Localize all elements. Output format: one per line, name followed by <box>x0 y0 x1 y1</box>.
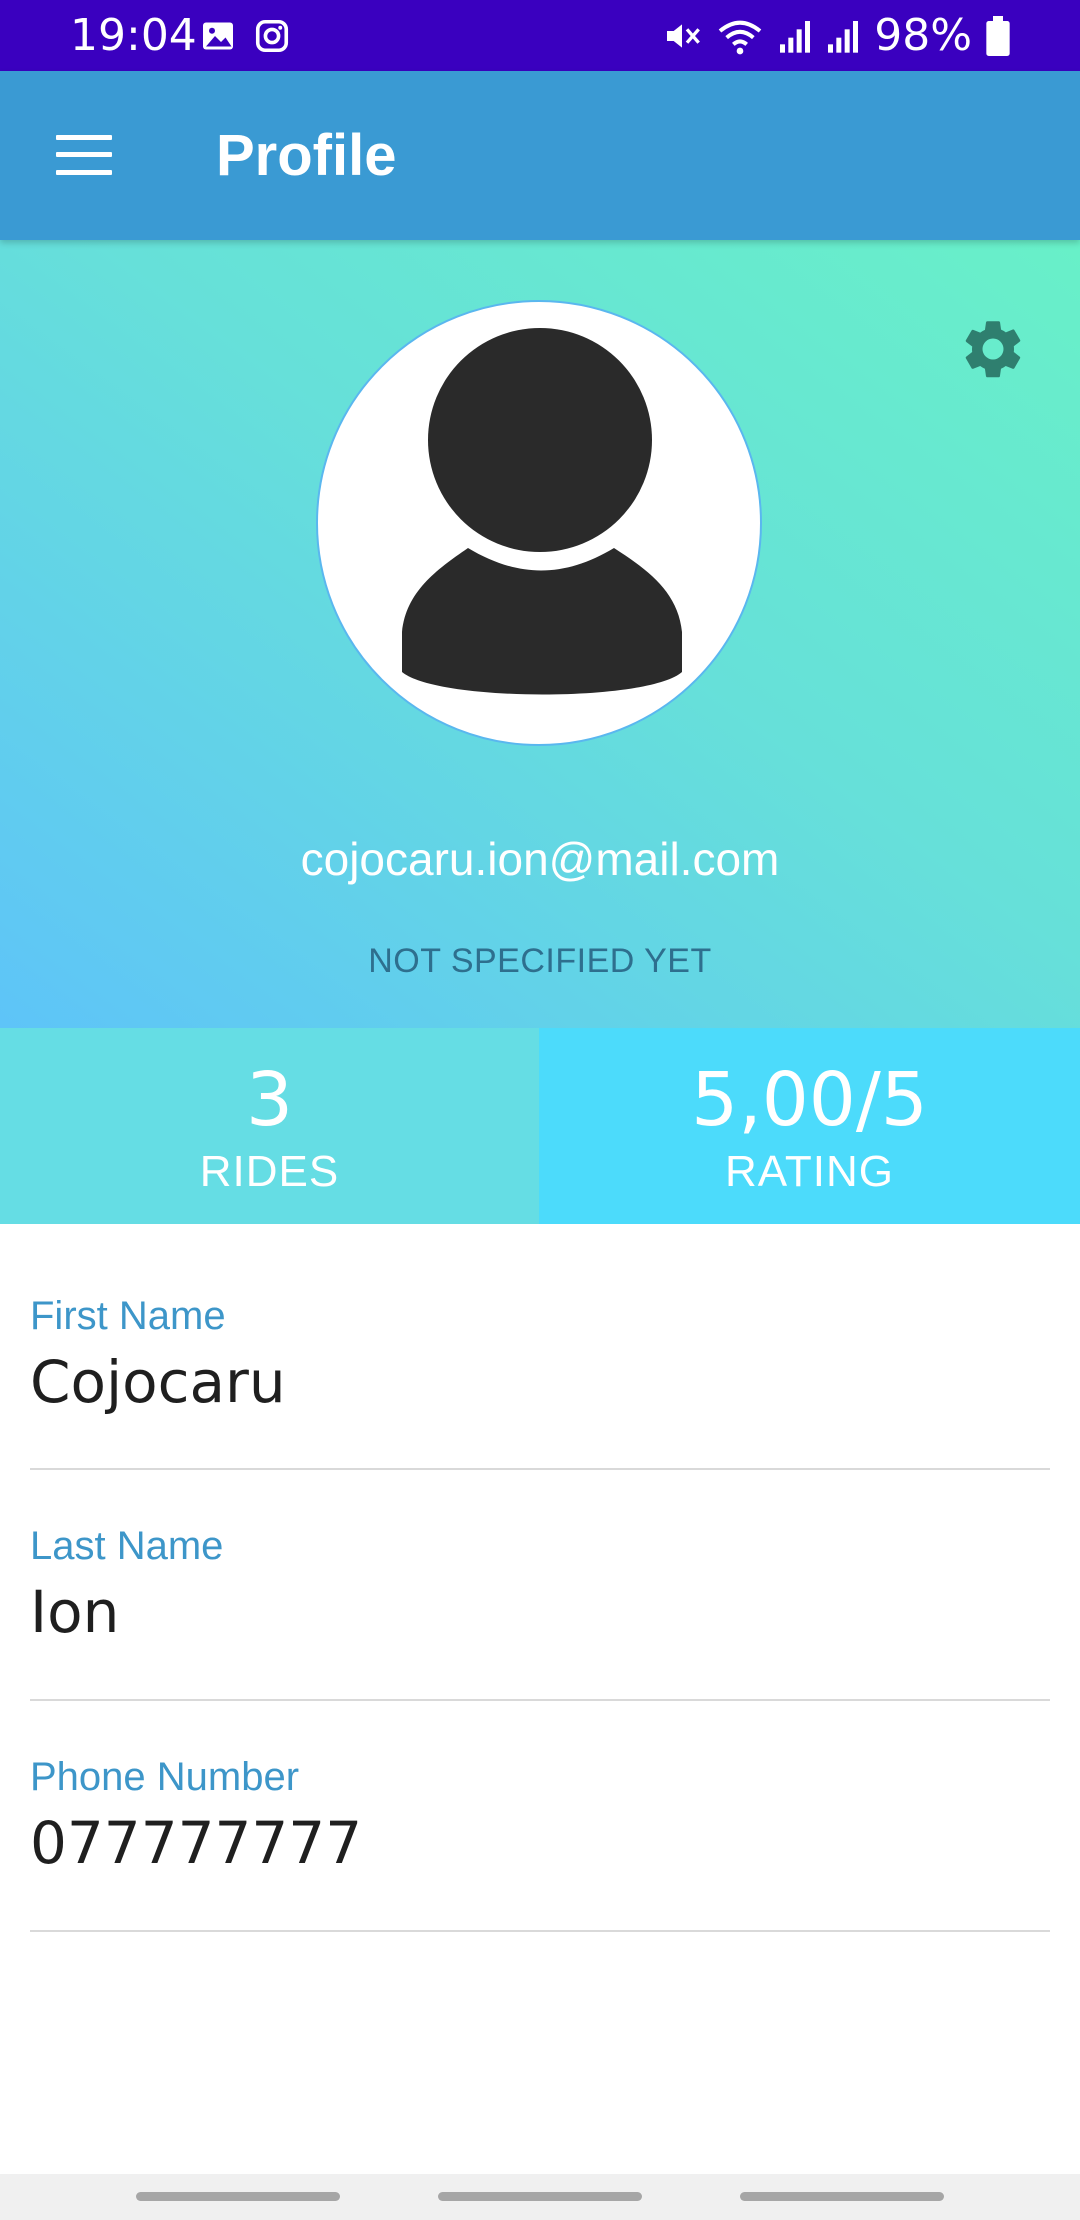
navigation-bar <box>0 2174 1080 2220</box>
rating-stat: 5,00/5 RATING <box>539 1028 1080 1224</box>
settings-gear-icon[interactable] <box>958 314 1028 384</box>
status-notification-icons <box>200 18 290 54</box>
last-name-field[interactable]: Last Name Ion <box>30 1470 1050 1701</box>
gallery-icon <box>203 22 233 50</box>
menu-button[interactable] <box>56 135 112 175</box>
nav-back-button[interactable] <box>740 2192 944 2201</box>
status-time: 19:04 <box>70 10 197 61</box>
avatar[interactable] <box>316 300 762 746</box>
phone-number-label: Phone Number <box>30 1755 300 1799</box>
battery-icon <box>986 16 1010 56</box>
person-icon <box>402 328 682 695</box>
menu-icon-bar <box>56 170 112 175</box>
menu-icon-bar <box>56 152 112 157</box>
rating-label: RATING <box>725 1147 894 1196</box>
first-name-label: First Name <box>30 1294 226 1338</box>
wifi-icon <box>718 20 762 55</box>
rides-stat: 3 RIDES <box>0 1028 539 1224</box>
first-name-value[interactable]: Cojocaru <box>30 1348 286 1416</box>
nav-recents-button[interactable] <box>136 2192 340 2201</box>
last-name-label: Last Name <box>30 1524 224 1568</box>
page-title: Profile <box>216 123 397 188</box>
nav-home-button[interactable] <box>438 2192 642 2201</box>
instagram-icon <box>255 19 289 53</box>
first-name-field[interactable]: First Name Cojocaru <box>30 1224 1050 1470</box>
status-bar: 19:04 98% <box>0 0 1080 71</box>
app-bar: Profile <box>0 71 1080 240</box>
rides-count: 3 <box>245 1057 294 1143</box>
battery-level: 98% <box>874 10 972 61</box>
phone-number-field[interactable]: Phone Number 077777777 <box>30 1701 1050 1932</box>
rides-label: RIDES <box>199 1147 340 1196</box>
status-system-icons: 98% <box>662 12 1010 60</box>
phone-number-value[interactable]: 077777777 <box>30 1809 362 1877</box>
profile-header: cojocaru.ion@mail.com NOT SPECIFIED YET <box>0 240 1080 1028</box>
profile-status: NOT SPECIFIED YET <box>368 942 712 980</box>
menu-icon <box>56 135 112 140</box>
signal-icon <box>780 21 811 53</box>
profile-email: cojocaru.ion@mail.com <box>300 833 780 885</box>
signal-icon-2 <box>828 21 859 53</box>
mute-icon <box>667 24 701 48</box>
last-name-value[interactable]: Ion <box>30 1578 119 1646</box>
rating-value: 5,00/5 <box>691 1057 928 1143</box>
